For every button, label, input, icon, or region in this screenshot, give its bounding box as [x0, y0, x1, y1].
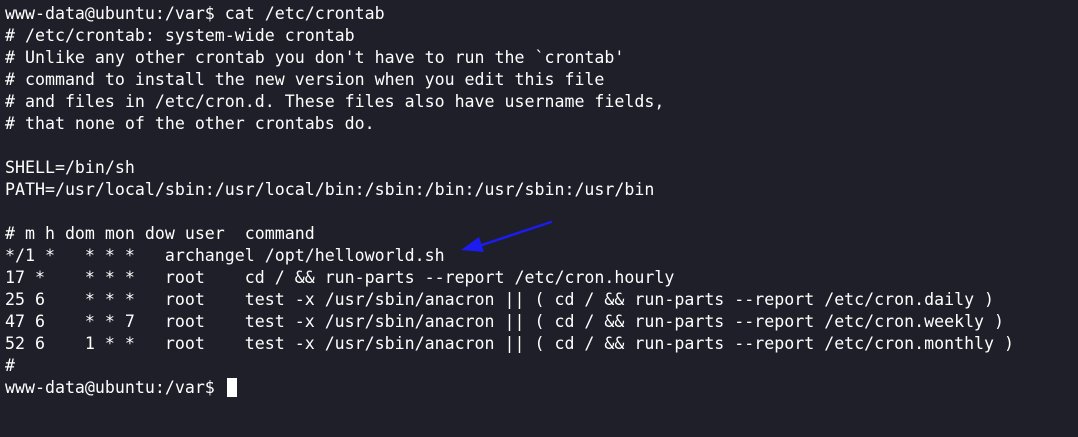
- crontab-comment-line: # command to install the new version whe…: [5, 70, 605, 89]
- cron-entry-hourly: 17 * * * * root cd / && run-parts --repo…: [5, 268, 675, 287]
- terminal-window[interactable]: www-data@ubuntu:/var$ cat /etc/crontab #…: [0, 0, 1078, 437]
- cron-entry-daily: 25 6 * * * root test -x /usr/sbin/anacro…: [5, 290, 995, 309]
- shell-prompt-line[interactable]: www-data@ubuntu:/var$: [5, 377, 1078, 399]
- crontab-comment-line: # that none of the other crontabs do.: [5, 114, 375, 133]
- crontab-comment-line: # and files in /etc/cron.d. These files …: [5, 92, 665, 111]
- cron-entry-weekly: 47 6 * * 7 root test -x /usr/sbin/anacro…: [5, 312, 1005, 331]
- command-line: www-data@ubuntu:/var$ cat /etc/crontab: [5, 4, 385, 23]
- crontab-comment-line: # /etc/crontab: system-wide crontab: [5, 26, 355, 45]
- shell-prompt: www-data@ubuntu:/var$: [5, 378, 225, 397]
- text-cursor: [226, 378, 237, 397]
- shell-variable-line: SHELL=/bin/sh: [5, 158, 135, 177]
- crontab-header-line: # m h dom mon dow user command: [5, 224, 315, 243]
- path-variable-line: PATH=/usr/local/sbin:/usr/local/bin:/sbi…: [5, 180, 655, 199]
- cron-entry-monthly: 52 6 1 * * root test -x /usr/sbin/anacro…: [5, 334, 1015, 353]
- crontab-comment-line: # Unlike any other crontab you don't hav…: [5, 48, 625, 67]
- cron-entry-archangel: */1 * * * * archangel /opt/helloworld.sh: [5, 246, 445, 265]
- crontab-end-comment: #: [5, 356, 15, 375]
